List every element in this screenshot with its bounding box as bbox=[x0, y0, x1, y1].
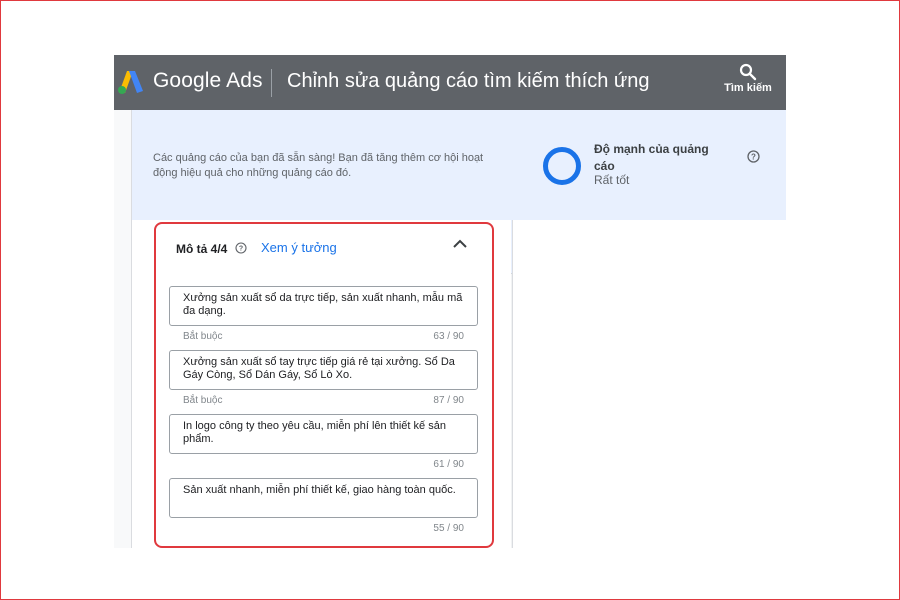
preview-pane bbox=[512, 220, 786, 548]
char-count: 61 / 90 bbox=[433, 459, 464, 470]
char-count: 87 / 90 bbox=[433, 395, 464, 406]
google-ads-logo-icon bbox=[118, 71, 143, 94]
chevron-up-icon[interactable] bbox=[452, 236, 468, 252]
google-ads-window: Google Ads Chỉnh sửa quảng cáo tìm kiếm … bbox=[114, 55, 786, 548]
svg-text:?: ? bbox=[239, 246, 243, 253]
banner-message: Các quảng cáo của bạn đã sẵn sàng! Bạn đ… bbox=[153, 152, 484, 179]
view-ideas-link[interactable]: Xem ý tưởng bbox=[261, 240, 337, 255]
description-field-2[interactable]: Xưởng sản xuất sổ tay trực tiếp giá rẻ t… bbox=[169, 350, 478, 390]
ad-strength-ring-icon bbox=[543, 147, 581, 185]
required-hint: Bắt buộc bbox=[183, 395, 223, 406]
search-icon bbox=[739, 63, 757, 81]
ad-strength-title: Độ mạnh của quảng cáo bbox=[594, 142, 709, 173]
help-circle-icon[interactable]: ? bbox=[235, 242, 247, 254]
required-hint: Bắt buộc bbox=[183, 331, 223, 342]
svg-text:?: ? bbox=[751, 152, 756, 161]
help-circle-icon[interactable]: ? bbox=[747, 150, 760, 163]
char-count: 55 / 90 bbox=[433, 523, 464, 534]
descriptions-section: Mô tả 4/4 ? Xem ý tưởng Xưởng sản xuất s… bbox=[154, 222, 494, 548]
descriptions-heading: Mô tả 4/4 bbox=[176, 242, 228, 256]
search-button-label: Tìm kiếm bbox=[724, 82, 772, 94]
header-divider bbox=[271, 69, 272, 97]
ad-strength-value: Rất tốt bbox=[594, 173, 630, 187]
char-count: 63 / 90 bbox=[433, 331, 464, 342]
left-gutter bbox=[114, 110, 132, 548]
description-field-4[interactable]: Sản xuất nhanh, miễn phí thiết kế, giao … bbox=[169, 478, 478, 518]
search-button[interactable]: Tìm kiếm bbox=[716, 61, 780, 105]
top-bar: Google Ads Chỉnh sửa quảng cáo tìm kiếm … bbox=[114, 55, 786, 110]
page-title: Chỉnh sửa quảng cáo tìm kiếm thích ứng bbox=[287, 70, 650, 92]
description-field-1[interactable]: Xưởng sản xuất sổ da trực tiếp, sản xuất… bbox=[169, 286, 478, 326]
brand-name[interactable]: Google Ads bbox=[153, 69, 263, 93]
description-field-3[interactable]: In logo công ty theo yêu cầu, miễn phí l… bbox=[169, 414, 478, 454]
